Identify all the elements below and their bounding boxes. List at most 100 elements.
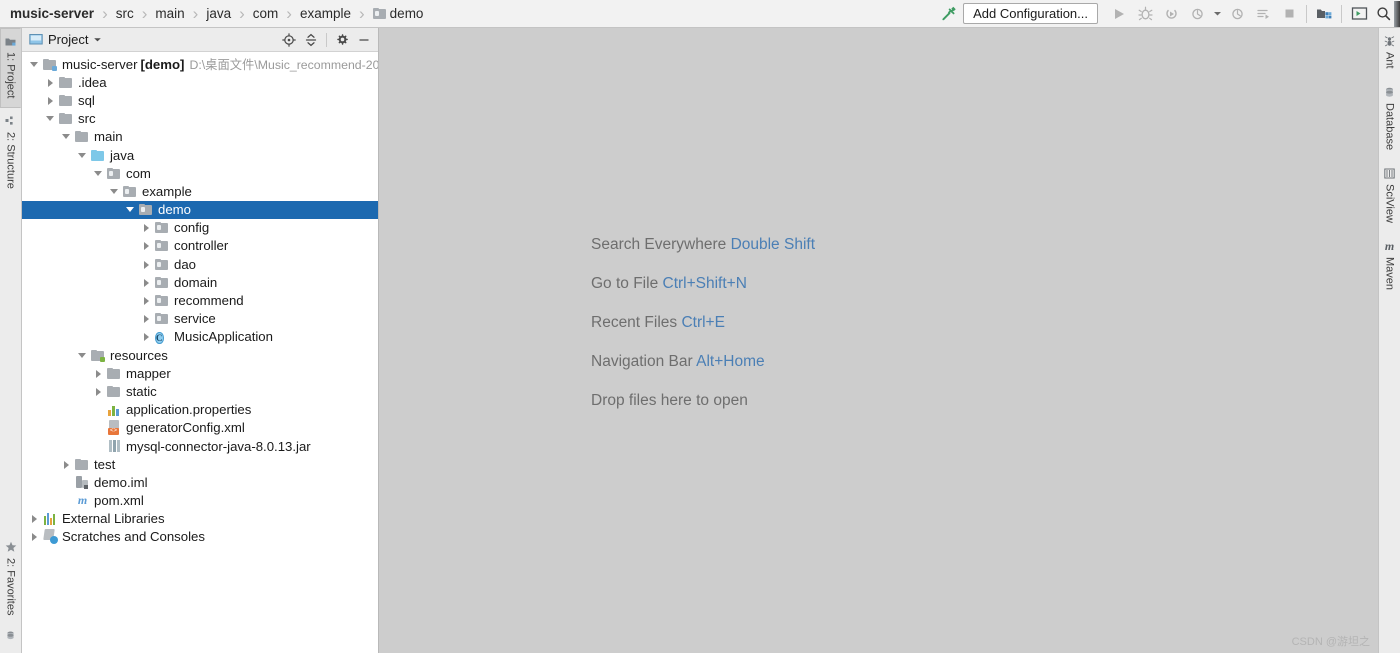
project-structure-icon[interactable]: [1311, 1, 1337, 27]
structure-icon: [5, 116, 16, 127]
gear-icon[interactable]: [332, 30, 352, 50]
tree-row-external-libraries[interactable]: External Libraries: [22, 510, 378, 528]
chevron-down-icon[interactable]: [125, 204, 136, 215]
tree-row-mysql-connector[interactable]: mysql-connector-java-8.0.13.jar: [22, 437, 378, 455]
tree-row-label: generatorConfig.xml: [126, 420, 245, 436]
sidebar-item-web[interactable]: [0, 625, 21, 653]
locate-icon[interactable]: [279, 30, 299, 50]
tree-row-pom.xml[interactable]: m pom.xml: [22, 492, 378, 510]
editor-hint-list: Search Everywhere Double Shift Go to File…: [591, 236, 815, 410]
stop-button[interactable]: [1276, 1, 1302, 27]
chevron-right-icon[interactable]: [141, 295, 152, 306]
editor-empty-area[interactable]: Search Everywhere Double Shift Go to File…: [379, 28, 1378, 653]
run-button[interactable]: [1106, 1, 1132, 27]
chevron-right-icon[interactable]: [61, 459, 72, 470]
sidebar-item-project[interactable]: 1: Project: [0, 28, 21, 109]
chevron-right-icon[interactable]: [93, 368, 104, 379]
debug-button[interactable]: [1132, 1, 1158, 27]
tree-row-generatorConfig.xml[interactable]: <> generatorConfig.xml: [22, 419, 378, 437]
sidebar-item-maven[interactable]: m Maven: [1383, 233, 1397, 300]
chevron-right-icon[interactable]: [141, 222, 152, 233]
tree-row-com[interactable]: com: [22, 164, 378, 182]
run-with-coverage-button[interactable]: [1158, 1, 1184, 27]
tree-row-src[interactable]: src: [22, 110, 378, 128]
jar-file-icon: [107, 439, 122, 454]
breadcrumb-label: demo: [389, 6, 424, 21]
chevron-down-icon[interactable]: [29, 59, 40, 70]
chevron-down-icon[interactable]: [61, 131, 72, 142]
chevron-right-icon[interactable]: [141, 259, 152, 270]
idea-window: music-server src main java com example demo Ad…: [0, 0, 1400, 653]
chevron-down-icon[interactable]: [77, 350, 88, 361]
folder-icon: [75, 457, 90, 472]
project-panel-title-group[interactable]: Project: [29, 32, 102, 47]
chevron-right-icon[interactable]: [141, 313, 152, 324]
sidebar-item-sciview[interactable]: SciView: [1383, 160, 1397, 233]
breadcrumb-item-music-server[interactable]: music-server: [8, 6, 96, 21]
chevron-down-icon[interactable]: [77, 150, 88, 161]
window-edge-scrollbar[interactable]: [1394, 0, 1400, 27]
tree-row-idea[interactable]: .idea: [22, 73, 378, 91]
tree-row-label: Scratches and Consoles: [62, 529, 205, 545]
chevron-down-icon[interactable]: [109, 186, 120, 197]
chevron-down-icon[interactable]: [45, 113, 56, 124]
run-anything-button[interactable]: [1250, 1, 1276, 27]
tree-row-service[interactable]: service: [22, 310, 378, 328]
breadcrumb-item-com[interactable]: com: [251, 6, 281, 21]
package-icon: [155, 275, 170, 290]
project-panel-title: Project: [48, 32, 89, 47]
tree-row-resources[interactable]: resources: [22, 346, 378, 364]
breadcrumb-item-demo[interactable]: demo: [371, 6, 426, 21]
breadcrumb-item-main[interactable]: main: [153, 6, 186, 21]
profile-button[interactable]: [1184, 1, 1210, 27]
minimize-icon[interactable]: [354, 30, 374, 50]
tree-row-demo.iml[interactable]: demo.iml: [22, 473, 378, 491]
tree-row-controller[interactable]: controller: [22, 237, 378, 255]
tree-row-test[interactable]: test: [22, 455, 378, 473]
chevron-down-icon[interactable]: [1210, 1, 1224, 27]
tree-row-MusicApplication[interactable]: C MusicApplication: [22, 328, 378, 346]
tree-row-recommend[interactable]: recommend: [22, 291, 378, 309]
attach-profiler-button[interactable]: [1224, 1, 1250, 27]
tree-row-demo[interactable]: demo: [22, 200, 378, 219]
sidebar-item-structure[interactable]: 2: Structure: [0, 108, 21, 199]
tree-row-config[interactable]: config: [22, 219, 378, 237]
breadcrumb-item-example[interactable]: example: [298, 6, 353, 21]
tree-row-example[interactable]: example: [22, 182, 378, 200]
chevron-right-icon[interactable]: [29, 513, 40, 524]
tree-row-dao[interactable]: dao: [22, 255, 378, 273]
search-icon[interactable]: [1372, 1, 1394, 27]
tree-row-java[interactable]: java: [22, 146, 378, 164]
hammer-icon[interactable]: [935, 1, 961, 27]
chevron-down-icon[interactable]: [93, 168, 104, 179]
chevron-right-icon[interactable]: [141, 331, 152, 342]
project-tree[interactable]: music-server [demo] D:\桌面文件\Music_recommen…: [22, 52, 378, 653]
breadcrumb-item-src[interactable]: src: [114, 6, 136, 21]
sidebar-item-favorites[interactable]: 2: Favorites: [0, 533, 21, 625]
project-folder-icon: [43, 57, 58, 72]
chevron-right-icon[interactable]: [141, 240, 152, 251]
sidebar-item-database[interactable]: Database: [1383, 79, 1397, 160]
tree-row-mapper[interactable]: mapper: [22, 364, 378, 382]
tree-row-main[interactable]: main: [22, 128, 378, 146]
sidebar-item-ant[interactable]: Ant: [1383, 28, 1397, 79]
right-tool-rail: Ant Database SciView m Maven: [1378, 28, 1400, 653]
tree-row-application.properties[interactable]: application.properties: [22, 401, 378, 419]
terminal-icon[interactable]: [1346, 1, 1372, 27]
star-icon: [5, 541, 17, 553]
collapse-all-icon[interactable]: [301, 30, 321, 50]
breadcrumb-item-java[interactable]: java: [204, 6, 233, 21]
run-configuration-selector[interactable]: Add Configuration...: [963, 3, 1098, 24]
chevron-down-icon[interactable]: [93, 35, 102, 44]
tree-row-scratches[interactable]: Scratches and Consoles: [22, 528, 378, 546]
tree-row-sql[interactable]: sql: [22, 91, 378, 109]
chevron-right-icon[interactable]: [93, 386, 104, 397]
chevron-right-icon[interactable]: [45, 77, 56, 88]
tree-row-static[interactable]: static: [22, 382, 378, 400]
tree-row-domain[interactable]: domain: [22, 273, 378, 291]
chevron-right-icon[interactable]: [141, 277, 152, 288]
chevron-right-icon[interactable]: [29, 531, 40, 542]
chevron-right-icon[interactable]: [45, 95, 56, 106]
tree-row-music-server[interactable]: music-server [demo] D:\桌面文件\Music_recommen…: [22, 55, 378, 73]
